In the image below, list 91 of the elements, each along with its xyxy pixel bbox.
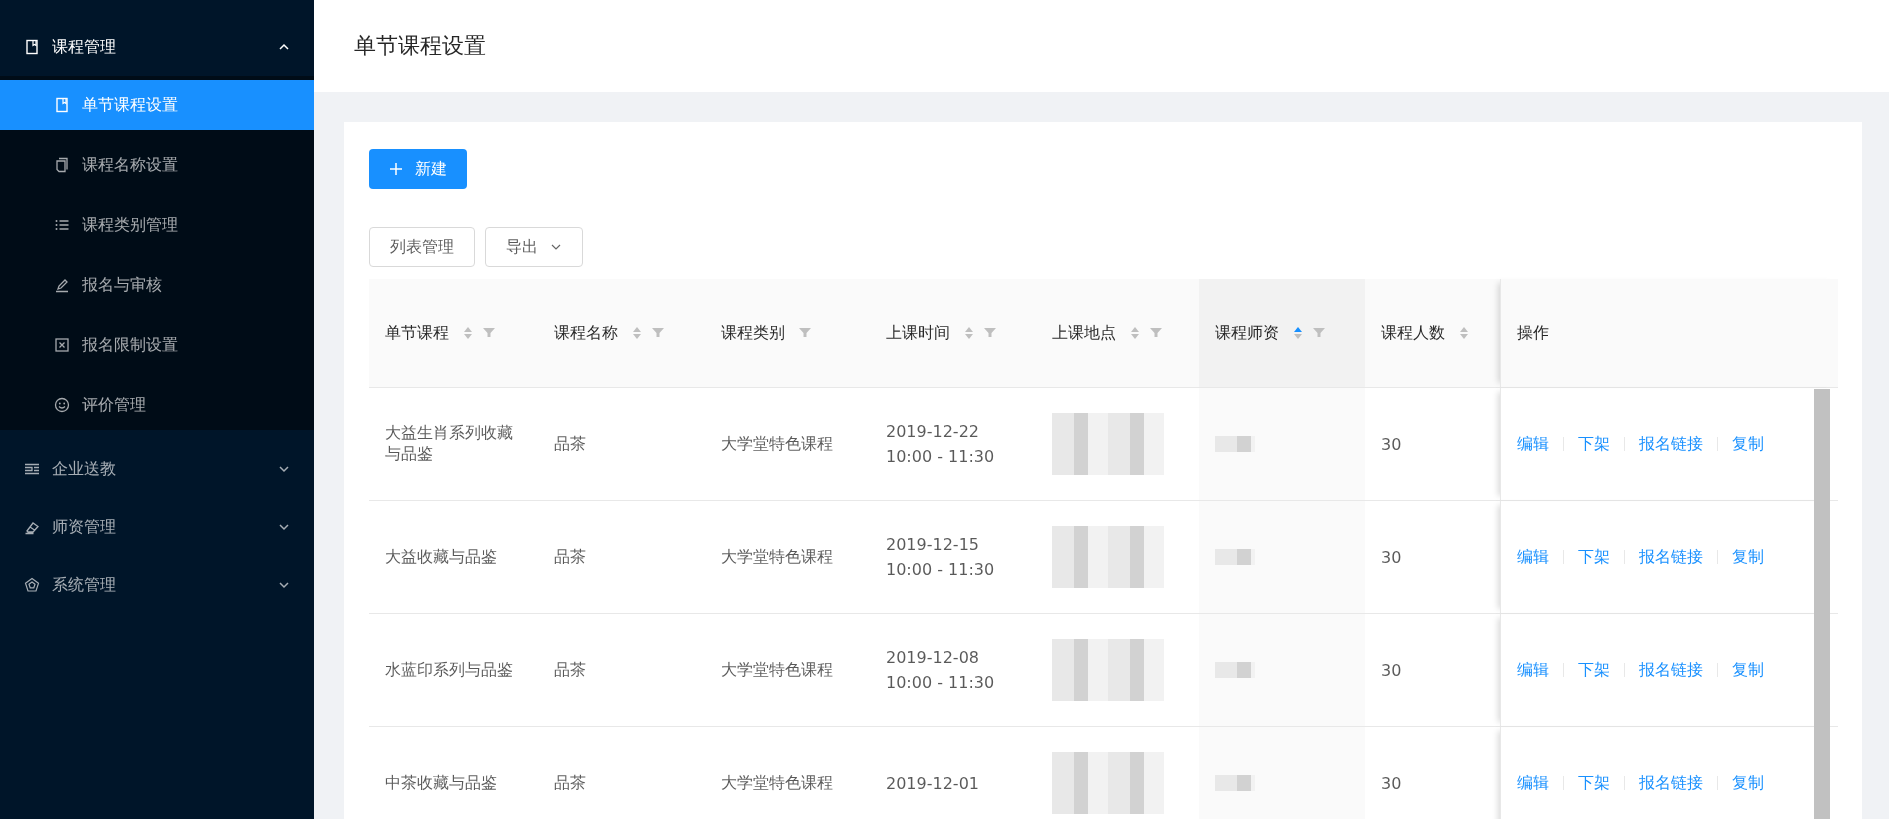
action-link[interactable]: 下架 (1578, 659, 1610, 681)
table-cell: 水蓝印系列与品鉴 (385, 659, 513, 681)
menu-group[interactable]: 企业送教 (0, 440, 314, 498)
sort-icon[interactable] (463, 325, 473, 341)
time-text: 10:00 - 11:30 (886, 673, 995, 692)
action-link[interactable]: 复制 (1732, 433, 1764, 455)
sort-icon[interactable] (964, 325, 974, 341)
time-text: 10:00 - 11:30 (886, 560, 995, 579)
new-button[interactable]: 新建 (369, 149, 467, 189)
menu-icon (24, 461, 40, 477)
action-link[interactable]: 下架 (1578, 546, 1610, 568)
sort-icon[interactable] (1459, 325, 1469, 341)
filter-icon[interactable] (1313, 327, 1325, 339)
filter-icon[interactable] (652, 327, 664, 339)
menu-item[interactable]: 课程类别管理 (0, 200, 314, 250)
action-link[interactable]: 下架 (1578, 433, 1610, 455)
table-cell: 30 (1381, 660, 1402, 680)
menu-icon (54, 337, 70, 353)
table-cell: 30 (1381, 773, 1402, 793)
menu-item[interactable]: 报名与审核 (0, 260, 314, 310)
table-cell: 品茶 (554, 659, 586, 681)
chevron-down-icon (278, 463, 290, 475)
blurred-placeholder (1215, 775, 1255, 791)
menu-icon (24, 577, 40, 593)
table-cell: 30 (1381, 547, 1402, 567)
filter-icon[interactable] (1150, 327, 1162, 339)
sort-icon[interactable] (1293, 325, 1303, 341)
column-header: 单节课程 (369, 279, 538, 387)
date-text: 2019-12-22 (886, 422, 980, 441)
table-cell-text: 大益生肖系列收藏与品鉴 (385, 423, 514, 465)
column-header: 课程人数 (1365, 279, 1500, 387)
sort-icon[interactable] (632, 325, 642, 341)
menu-icon (54, 217, 70, 233)
chevron-down-icon (278, 521, 290, 533)
action-link[interactable]: 复制 (1732, 546, 1764, 568)
action-link[interactable]: 报名链接 (1639, 546, 1703, 568)
column-header: 课程名称 (538, 279, 705, 387)
table-cell: 大学堂特色课程 (721, 433, 833, 455)
date-text: 2019-12-08 (886, 648, 980, 667)
action-link[interactable]: 下架 (1578, 772, 1610, 794)
menu-item[interactable]: 评价管理 (0, 380, 314, 430)
blurred-placeholder (1215, 436, 1255, 452)
blurred-placeholder (1215, 662, 1255, 678)
blurred-placeholder (1215, 549, 1255, 565)
action-link[interactable]: 复制 (1732, 659, 1764, 681)
table-cell: 中茶收藏与品鉴 (385, 772, 497, 794)
menu-icon (24, 39, 40, 55)
list-manage-button[interactable]: 列表管理 (369, 227, 475, 267)
column-header: 课程类别 (705, 279, 870, 387)
action-link[interactable]: 复制 (1732, 772, 1764, 794)
column-header: 上课时间 (870, 279, 1036, 387)
scrollbar[interactable] (1814, 389, 1830, 819)
action-link[interactable]: 报名链接 (1639, 772, 1703, 794)
sort-icon[interactable] (1130, 325, 1140, 341)
menu-item[interactable]: 单节课程设置 (0, 80, 314, 130)
menu-group[interactable]: 师资管理 (0, 498, 314, 556)
page-title: 单节课程设置 (354, 32, 486, 60)
menu-item[interactable]: 报名限制设置 (0, 320, 314, 370)
plus-icon (389, 162, 403, 176)
column-header: 课程师资 (1199, 279, 1365, 387)
filter-icon[interactable] (799, 327, 811, 339)
menu-icon (54, 397, 70, 413)
action-link[interactable]: 报名链接 (1639, 433, 1703, 455)
export-button[interactable]: 导出 (485, 227, 583, 267)
action-link[interactable]: 编辑 (1517, 659, 1549, 681)
column-header: 上课地点 (1036, 279, 1199, 387)
action-link[interactable]: 报名链接 (1639, 659, 1703, 681)
date-text: 2019-12-01 (886, 773, 979, 793)
column-header: 操作 (1500, 279, 1838, 387)
table-cell: 品茶 (554, 772, 586, 794)
menu-group[interactable]: 系统管理 (0, 556, 314, 614)
menu-item[interactable]: 课程名称设置 (0, 140, 314, 190)
table-cell: 大学堂特色课程 (721, 659, 833, 681)
action-link[interactable]: 编辑 (1517, 433, 1549, 455)
chevron-down-icon (278, 579, 290, 591)
menu-group[interactable]: 课程管理 (0, 18, 314, 76)
menu-icon (54, 97, 70, 113)
table-cell: 品茶 (554, 546, 586, 568)
table-cell: 大学堂特色课程 (721, 772, 833, 794)
table-cell: 大学堂特色课程 (721, 546, 833, 568)
filter-icon[interactable] (483, 327, 495, 339)
filter-icon[interactable] (984, 327, 996, 339)
menu-icon (54, 157, 70, 173)
action-link[interactable]: 编辑 (1517, 772, 1549, 794)
time-text: 10:00 - 11:30 (886, 447, 995, 466)
table-cell: 30 (1381, 434, 1402, 454)
date-text: 2019-12-15 (886, 535, 980, 554)
table-cell: 大益收藏与品鉴 (385, 546, 497, 568)
action-link[interactable]: 编辑 (1517, 546, 1549, 568)
menu-icon (54, 277, 70, 293)
table-cell: 品茶 (554, 433, 586, 455)
